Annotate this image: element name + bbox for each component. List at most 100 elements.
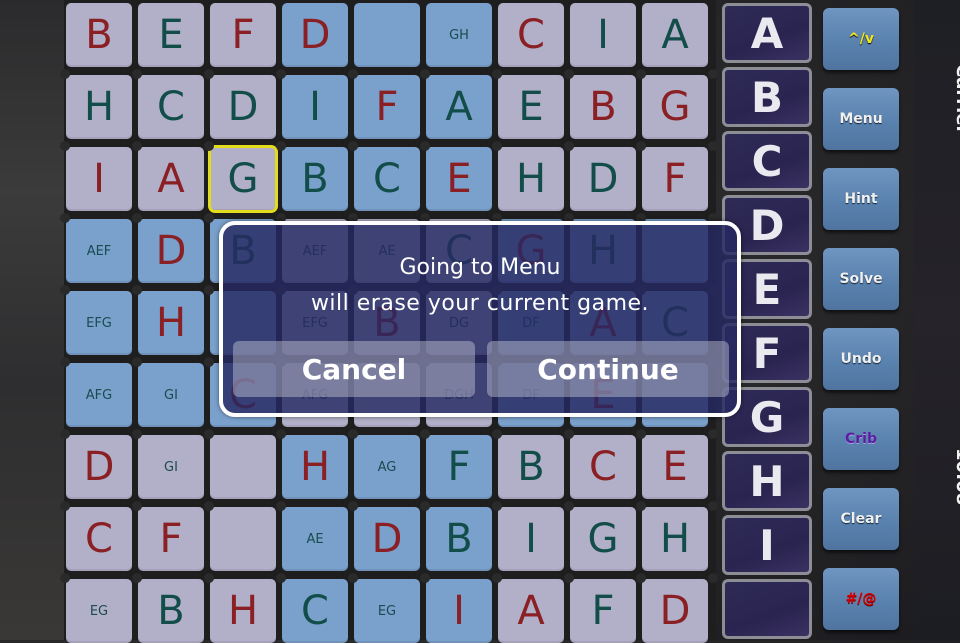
grid-cell[interactable]: F: [354, 75, 420, 139]
grid-cell[interactable]: D: [66, 435, 132, 499]
grid-cell[interactable]: GH: [426, 3, 492, 67]
grid-cell[interactable]: F: [570, 579, 636, 643]
cell-value: D: [659, 588, 691, 634]
grid-cell[interactable]: I: [498, 507, 564, 571]
grid-cell[interactable]: [210, 507, 276, 571]
carrier-label: Carrier: [952, 64, 960, 135]
grid-cell[interactable]: F: [138, 507, 204, 571]
grid-cell[interactable]: C: [498, 3, 564, 67]
grid-junction: [132, 357, 142, 367]
cell-value: F: [375, 84, 399, 130]
case-toggle-button[interactable]: ^/v: [823, 8, 899, 70]
grid-cell[interactable]: EFG: [66, 291, 132, 355]
grid-cell[interactable]: F: [210, 3, 276, 67]
grid-cell[interactable]: EG: [354, 579, 420, 643]
grid-junction: [636, 573, 646, 583]
cell-value: E: [518, 84, 544, 130]
grid-cell[interactable]: EG: [66, 579, 132, 643]
grid-cell[interactable]: AFG: [66, 363, 132, 427]
grid-cell[interactable]: D: [138, 219, 204, 283]
grid-cell[interactable]: G: [642, 75, 708, 139]
grid-cell[interactable]: H: [498, 147, 564, 211]
hint-button[interactable]: Hint: [823, 168, 899, 230]
grid-cell[interactable]: C: [138, 75, 204, 139]
undo-button[interactable]: Undo: [823, 328, 899, 390]
grid-cell[interactable]: B: [426, 507, 492, 571]
solve-button[interactable]: Solve: [823, 248, 899, 310]
grid-junction: [636, 429, 646, 439]
grid-junction: [132, 501, 142, 511]
grid-cell[interactable]: H: [282, 435, 348, 499]
grid-cell[interactable]: D: [642, 579, 708, 643]
grid-junction: [132, 429, 142, 439]
symbol-toggle-button[interactable]: #/@: [823, 568, 899, 630]
grid-cell[interactable]: E: [642, 435, 708, 499]
grid-cell[interactable]: E: [426, 147, 492, 211]
grid-cell[interactable]: I: [570, 3, 636, 67]
dialog-title: Going to Menu: [399, 255, 561, 280]
grid-cell[interactable]: E: [498, 75, 564, 139]
grid-cell[interactable]: A: [426, 75, 492, 139]
cancel-button[interactable]: Cancel: [233, 341, 475, 397]
grid-cell[interactable]: I: [426, 579, 492, 643]
grid-cell[interactable]: B: [498, 435, 564, 499]
grid-cell[interactable]: A: [138, 147, 204, 211]
grid-cell[interactable]: I: [282, 75, 348, 139]
grid-cell[interactable]: C: [354, 147, 420, 211]
grid-cell[interactable]: H: [642, 507, 708, 571]
grid-cell[interactable]: I: [66, 147, 132, 211]
grid-cell[interactable]: B: [66, 3, 132, 67]
cell-value: G: [227, 156, 259, 202]
grid-cell[interactable]: B: [570, 75, 636, 139]
letter-tile-b[interactable]: B: [722, 67, 812, 127]
grid-cell[interactable]: D: [282, 3, 348, 67]
grid-cell-selected[interactable]: G: [208, 145, 278, 213]
grid-junction: [132, 213, 142, 223]
grid-cell[interactable]: A: [642, 3, 708, 67]
letter-tile-i[interactable]: I: [722, 515, 812, 575]
letter-tile-a[interactable]: A: [722, 3, 812, 63]
continue-button[interactable]: Continue: [487, 341, 729, 397]
cell-candidates: EFG: [86, 315, 112, 331]
cell-value: B: [445, 516, 473, 562]
grid-cell[interactable]: AG: [354, 435, 420, 499]
letter-tile-blank[interactable]: [722, 579, 812, 639]
grid-cell[interactable]: GI: [138, 363, 204, 427]
cell-value: B: [301, 156, 329, 202]
grid-junction: [348, 573, 358, 583]
grid-junction: [276, 141, 286, 151]
grid-cell[interactable]: C: [282, 579, 348, 643]
grid-cell[interactable]: B: [282, 147, 348, 211]
grid-cell[interactable]: D: [570, 147, 636, 211]
grid-cell[interactable]: [354, 3, 420, 67]
grid-cell[interactable]: H: [210, 579, 276, 643]
grid-cell[interactable]: H: [66, 75, 132, 139]
grid-cell[interactable]: [210, 435, 276, 499]
grid-cell[interactable]: AEF: [66, 219, 132, 283]
grid-junction: [60, 141, 70, 151]
grid-junction: [636, 141, 646, 151]
grid-cell[interactable]: E: [138, 3, 204, 67]
cell-candidates: AG: [377, 459, 397, 475]
grid-junction: [492, 69, 502, 79]
grid-junction: [132, 141, 142, 151]
grid-cell[interactable]: AE: [282, 507, 348, 571]
grid-cell[interactable]: B: [138, 579, 204, 643]
grid-cell[interactable]: H: [138, 291, 204, 355]
crib-button[interactable]: Crib: [823, 408, 899, 470]
grid-cell[interactable]: F: [426, 435, 492, 499]
cell-value: I: [525, 516, 537, 562]
menu-button[interactable]: Menu: [823, 88, 899, 150]
clear-button[interactable]: Clear: [823, 488, 899, 550]
letter-tile-h[interactable]: H: [722, 451, 812, 511]
letter-tile-c[interactable]: C: [722, 131, 812, 191]
grid-cell[interactable]: C: [570, 435, 636, 499]
grid-cell[interactable]: G: [570, 507, 636, 571]
grid-cell[interactable]: A: [498, 579, 564, 643]
grid-cell[interactable]: F: [642, 147, 708, 211]
grid-cell[interactable]: D: [354, 507, 420, 571]
grid-cell[interactable]: D: [210, 75, 276, 139]
grid-cell[interactable]: C: [66, 507, 132, 571]
grid-cell[interactable]: GI: [138, 435, 204, 499]
grid-junction: [348, 501, 358, 511]
